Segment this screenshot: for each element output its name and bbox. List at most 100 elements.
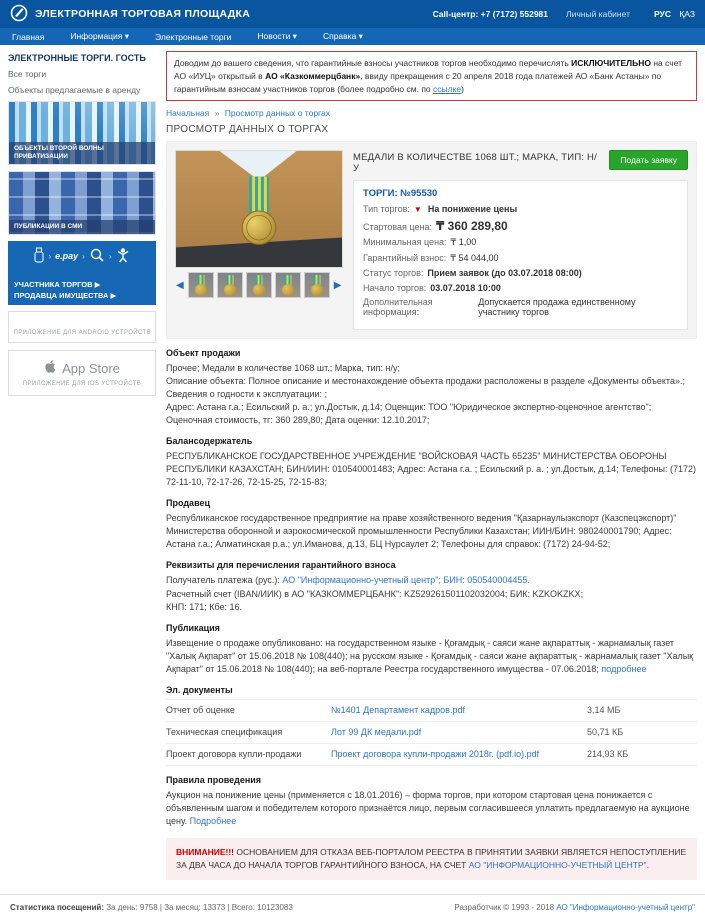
guarantee-notice: Доводим до вашего сведения, что гарантий… [166, 51, 697, 101]
brand[interactable]: ЭЛЕКТРОННАЯ ТОРГОВАЯ ПЛОЩАДКА [10, 4, 250, 24]
document-file-link[interactable]: №1401 Департамент кадров.pdf [331, 704, 587, 717]
banner-ios-app[interactable]: App Store ПРИЛОЖЕНИЕ ДЛЯ IOS УСТРОЙСТВ [8, 350, 156, 396]
document-type: Отчет об оценке [166, 704, 331, 717]
sidebar-link-participant-instruction[interactable]: УЧАСТНИКА ТОРГОВ ▶ [14, 279, 150, 290]
rules-text: Аукцион на понижение цены (применяется с… [166, 789, 697, 828]
lot-start-row: Начало торгов: 03.07.2018 10:00 [363, 283, 678, 293]
footer: Статистика посещений: За день: 9758 | За… [0, 894, 705, 922]
thumbs-prev-button[interactable]: ◀ [175, 280, 185, 291]
brand-title: ЭЛЕКТРОННАЯ ТОРГОВАЯ ПЛОЩАДКА [35, 8, 250, 20]
document-file-link[interactable]: Лот 99 ДК медали.pdf [331, 726, 587, 739]
rules-more-link[interactable]: Подробнее [190, 816, 237, 826]
ios-app-label: ПРИЛОЖЕНИЕ ДЛЯ IOS УСТРОЙСТВ [23, 381, 141, 387]
developer-link[interactable]: АО "Информационно-учетный центр" [556, 903, 695, 912]
sidebar-link-all-trades[interactable]: Все торги [8, 69, 156, 79]
balance-holder-text: РЕСПУБЛИКАНСКОЕ ГОСУДАРСТВЕННОЕ УЧРЕЖДЕН… [166, 450, 697, 489]
breadcrumb-separator: » [215, 108, 220, 118]
apply-button[interactable]: Подать заявку [609, 150, 688, 170]
personal-cabinet-link[interactable]: Личный кабинет [566, 9, 630, 19]
appstore-wordmark: App Store [62, 361, 120, 376]
warning-attention-label: ВНИМАНИЕ!!! [176, 847, 234, 857]
object-line: Адрес: Астана г.а.; Есильский р. а.; ул.… [166, 401, 697, 427]
thumbnail[interactable] [304, 272, 330, 298]
document-row: Проект договора купли-продажи Проект дог… [166, 744, 697, 766]
lot-deposit-row: Гарантийный взнос: ₸ 54 044,00 [363, 253, 678, 264]
requisites-knp-line: КНП: 171; Кбе: 16. [166, 601, 697, 614]
lot-main-photo[interactable] [175, 150, 343, 268]
extra-info-label: Дополнительная информация: [363, 297, 474, 317]
banner-android-app[interactable]: ПРИЛОЖЕНИЕ ДЛЯ ANDROID УСТРОЙСТВ [8, 311, 156, 343]
start-date-value: 03.07.2018 10:00 [430, 283, 501, 293]
banner-media-publications[interactable]: ПУБЛИКАЦИИ В СМИ [8, 171, 156, 235]
lang-rus-link[interactable]: РУС [654, 9, 671, 19]
sidebar-link-rent-objects[interactable]: Объекты предлагаемые в аренду [8, 85, 156, 95]
language-switcher: РУС ҚАЗ [648, 9, 695, 19]
sidebar-link-seller-instruction[interactable]: ПРОДАВЦА ИМУЩЕСТВА ▶ [14, 290, 150, 301]
section-publication-heading: Публикация [166, 622, 697, 635]
status-label: Статус торгов: [363, 268, 423, 278]
document-file-link[interactable]: Проект договора купли-продажи 2018г. (pd… [331, 748, 587, 761]
breadcrumb: Начальная » Просмотр данных о торгах [166, 108, 697, 118]
site-logo-icon [10, 4, 28, 24]
requisites-line1: Получатель платежа (рус.): АО "Информаци… [166, 574, 697, 587]
stats-value: За день: 9758 | За месяц: 13373 | Всего:… [106, 903, 293, 912]
document-row: Техническая спецификация Лот 99 ДК медал… [166, 722, 697, 744]
lot-extra-row: Дополнительная информация: Допускается п… [363, 297, 678, 317]
notice-link[interactable]: ссылке [433, 84, 461, 94]
lot-start-price-row: Стартовая цена: ₸ 360 289,80 [363, 219, 678, 233]
step-arrow-icon: › [48, 252, 51, 261]
lang-kaz-link[interactable]: ҚАЗ [679, 9, 695, 19]
attention-warning: ВНИМАНИЕ!!! ОСНОВАНИЕМ ДЛЯ ОТКАЗА ВЕБ-ПО… [166, 838, 697, 880]
section-requisites-heading: Реквизиты для перечисления гарантийного … [166, 559, 697, 572]
price-down-icon: ▼ [414, 205, 422, 214]
winner-person-icon [116, 247, 130, 265]
banner-instruction-steps: › e.pay › › УЧАСТНИКА ТОРГОВ ▶ ПРОДАВЦА … [8, 241, 156, 305]
payee-label: Получатель платежа (рус.): [166, 575, 282, 585]
publication-text: Извещение о продаже опубликовано: на гос… [166, 637, 697, 676]
nav-information[interactable]: Информация ▾ [70, 31, 129, 42]
thumbnail[interactable] [275, 272, 301, 298]
step-arrow-icon: › [82, 252, 85, 261]
payee-link[interactable]: АО "Информационно-учетный центр"; БИН: 0… [282, 575, 529, 585]
search-doc-icon [89, 247, 105, 265]
notice-text: ) [461, 84, 464, 94]
section-object: Объект продажи Прочее; Медали в количест… [166, 347, 697, 427]
main-nav: Главная Информация ▾ Электронные торги Н… [0, 28, 705, 45]
epay-logo: e.pay [55, 251, 78, 261]
main-content: Доводим до вашего сведения, что гарантий… [166, 51, 697, 880]
start-price-value: ₸ 360 289,80 [436, 219, 508, 233]
banner-privatization[interactable]: ОБЪЕКТЫ ВТОРОЙ ВОЛНЫ ПРИВАТИЗАЦИИ [8, 101, 156, 165]
breadcrumb-home-link[interactable]: Начальная [166, 108, 209, 118]
thumbs-next-button[interactable]: ▶ [333, 280, 343, 291]
deposit-value: ₸ 54 044,00 [450, 253, 498, 264]
thumbnail[interactable] [188, 272, 214, 298]
lot-title: МЕДАЛИ В КОЛИЧЕСТВЕ 1068 ШТ.; МАРКА, ТИП… [353, 150, 601, 174]
min-price-value: ₸ 1,00 [451, 237, 477, 248]
nav-e-trades[interactable]: Электронные торги [155, 32, 231, 42]
publication-more-link[interactable]: подробнее [601, 664, 646, 674]
top-header: ЭЛЕКТРОННАЯ ТОРГОВАЯ ПЛОЩАДКА Call-центр… [0, 0, 705, 28]
nav-news[interactable]: Новости ▾ [257, 31, 297, 42]
breadcrumb-current-link[interactable]: Просмотр данных о торгах [225, 108, 330, 118]
photo-gallery: ◀ ▶ [175, 150, 343, 330]
lot-type-row: Тип торгов: ▼ На понижение цены [363, 204, 678, 214]
document-size: 3,14 МБ [587, 704, 697, 717]
section-rules-heading: Правила проведения [166, 774, 697, 787]
nav-home[interactable]: Главная [12, 32, 44, 42]
seller-text: Республиканское государственное предприя… [166, 512, 697, 551]
stats-label: Статистика посещений: [10, 903, 104, 912]
lot-type-label: Тип торгов: [363, 204, 410, 214]
nav-help[interactable]: Справка ▾ [323, 31, 363, 42]
section-seller: Продавец Республиканское государственное… [166, 497, 697, 551]
notice-bold-bank: АО «Казкоммерцбанк» [265, 71, 360, 81]
section-seller-heading: Продавец [166, 497, 697, 510]
thumbnail[interactable] [246, 272, 272, 298]
thumbnail[interactable] [217, 272, 243, 298]
object-line: Описание объекта: Полное описание и мест… [166, 375, 697, 401]
requisites-account-line: Расчетный счет (IBAN/ИИК) в АО "КАЗКОММЕ… [166, 588, 697, 601]
object-line: Прочее; Медали в количестве 1068 шт.; Ма… [166, 362, 697, 375]
warning-org-link[interactable]: АО "ИНФОРМАЦИОННО-УЧЕТНЫЙ ЦЕНТР" [469, 860, 647, 870]
android-app-label: ПРИЛОЖЕНИЕ ДЛЯ ANDROID УСТРОЙСТВ [14, 330, 151, 336]
sidebar: ЭЛЕКТРОННЫЕ ТОРГИ. ГОСТЬ Все торги Объек… [8, 51, 156, 880]
lot-status-row: Статус торгов: Прием заявок (до 03.07.20… [363, 268, 678, 278]
